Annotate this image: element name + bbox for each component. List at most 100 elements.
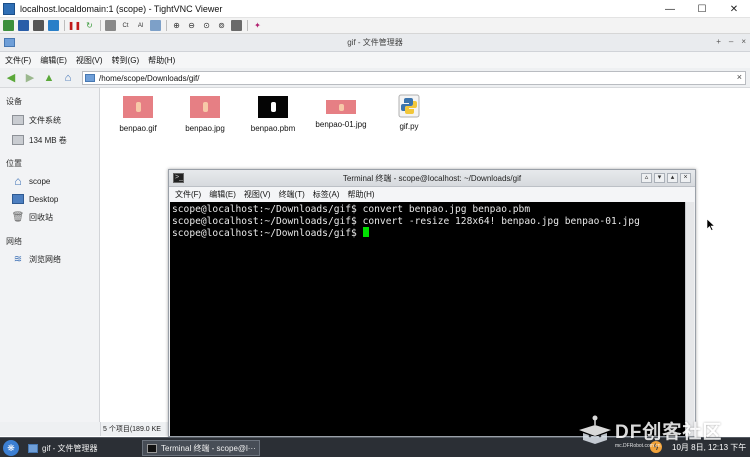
watermark-url: mc.DFRobot.com.cn	[615, 443, 661, 449]
file-manager-title: gif - 文件管理器	[347, 38, 403, 47]
home-icon[interactable]: ⌂	[61, 71, 75, 85]
menu-file[interactable]: 文件(F)	[5, 55, 31, 66]
menu-view[interactable]: 视图(V)	[244, 189, 271, 200]
runner-figure	[270, 102, 276, 112]
sidebar-item-scope[interactable]: ⌂ scope	[12, 174, 50, 188]
file-item-benpao-jpg[interactable]: benpao.jpg	[172, 96, 238, 133]
places-header: 位置	[6, 159, 22, 168]
menu-edit[interactable]: 编辑(E)	[40, 55, 67, 66]
start-menu-button[interactable]: ❋	[3, 440, 19, 456]
devices-header: 设备	[6, 97, 22, 106]
screen-icon[interactable]	[150, 20, 161, 31]
info-icon[interactable]	[48, 20, 59, 31]
maximize-button[interactable]: ▴	[667, 173, 678, 183]
roll-up-button[interactable]: ▵	[641, 173, 652, 183]
vnc-toolbar: ❚❚ ↻ Ct Al ⊕ ⊖ ⊙ ⊚ ✦	[0, 18, 750, 34]
sidebar-item-trash[interactable]: 🗑 回收站	[12, 210, 53, 224]
pause-icon[interactable]: ❚❚	[68, 20, 81, 31]
terminal-title: Terminal 终端 - scope@localhost: ~/Downloa…	[342, 173, 522, 183]
maximize-button[interactable]: ☐	[686, 0, 718, 18]
image-thumbnail	[123, 96, 153, 118]
minimize-button[interactable]: ▾	[654, 173, 665, 183]
location-bar[interactable]: /home/scope/Downloads/gif/ ×	[82, 71, 746, 85]
vnc-window-title: localhost.localdomain:1 (scope) - TightV…	[20, 3, 223, 14]
sidebar-item-volume[interactable]: 134 MB 卷	[12, 133, 67, 147]
sidebar-item-browse-network[interactable]: ≋ 浏览网络	[12, 252, 61, 266]
file-name: benpao.pbm	[250, 124, 296, 133]
file-manager-menu-bar: 文件(F) 编辑(E) 视图(V) 转到(G) 帮助(H)	[0, 52, 750, 68]
zoom-in-icon[interactable]: ⊕	[171, 20, 182, 31]
terminal-scrollbar[interactable]	[685, 202, 694, 436]
toolbar-divider	[100, 20, 101, 31]
navigation-bar: ◀ ▶ ▲ ⌂ /home/scope/Downloads/gif/ ×	[0, 68, 750, 88]
vnc-settings-icon[interactable]: ✦	[252, 20, 263, 31]
menu-view[interactable]: 视图(V)	[76, 55, 103, 66]
sidebar-item-desktop[interactable]: Desktop	[12, 192, 58, 206]
up-arrow-icon[interactable]: ▲	[42, 71, 56, 85]
file-manager-controls: + – ×	[716, 37, 746, 46]
python-file-icon	[398, 94, 420, 118]
zoom-100-icon[interactable]: ⊙	[201, 20, 212, 31]
minimize-button[interactable]: –	[729, 37, 733, 46]
sidebar-item-label: Desktop	[29, 194, 59, 204]
back-arrow-icon[interactable]: ◀	[4, 71, 18, 85]
ctrl-key-icon[interactable]: Ct	[120, 20, 131, 31]
ctrl-alt-del-icon[interactable]	[105, 20, 116, 31]
toolbar-divider	[166, 20, 167, 31]
close-button[interactable]: ✕	[718, 0, 750, 18]
taskbar-item-terminal[interactable]: Terminal 终端 - scope@l···	[142, 440, 260, 456]
terminal-menu-bar: 文件(F) 编辑(E) 视图(V) 终端(T) 标签(A) 帮助(H)	[169, 187, 695, 202]
minimize-button[interactable]: —	[654, 0, 686, 18]
file-name: benpao.jpg	[185, 124, 225, 133]
clear-location-icon[interactable]: ×	[737, 72, 742, 82]
menu-help[interactable]: 帮助(H)	[148, 55, 175, 66]
sidebar-item-label: 文件系统	[29, 115, 61, 125]
save-session-icon[interactable]	[18, 20, 29, 31]
alt-key-icon[interactable]: Al	[135, 20, 146, 31]
app-menu-icon: ❋	[7, 442, 15, 453]
sidebar-item-label: 浏览网络	[29, 254, 61, 264]
drive-icon	[12, 115, 24, 125]
options-icon[interactable]	[33, 20, 44, 31]
terminal-line: scope@localhost:~/Downloads/gif$ convert…	[172, 215, 640, 227]
vnc-title-bar: localhost.localdomain:1 (scope) - TightV…	[0, 0, 750, 18]
side-pane: 设备 文件系统 134 MB 卷 位置 ⌂ scope Desktop 🗑 回收…	[0, 88, 100, 422]
menu-file[interactable]: 文件(F)	[175, 189, 201, 200]
terminal-title-bar[interactable]: >_ Terminal 终端 - scope@localhost: ~/Down…	[169, 170, 695, 187]
forward-arrow-icon[interactable]: ▶	[23, 71, 37, 85]
folder-icon	[4, 38, 15, 47]
location-path: /home/scope/Downloads/gif/	[99, 73, 200, 83]
close-button[interactable]: ×	[741, 37, 746, 46]
menu-go[interactable]: 转到(G)	[112, 55, 140, 66]
runner-figure	[135, 102, 141, 112]
wifi-icon: ≋	[13, 253, 23, 265]
file-item-gif-py[interactable]: gif.py	[376, 94, 442, 131]
close-button[interactable]: ×	[680, 173, 691, 183]
terminal-output[interactable]: scope@localhost:~/Downloads/gif$ convert…	[170, 202, 686, 436]
menu-help[interactable]: 帮助(H)	[347, 189, 374, 200]
home-icon: ⌂	[14, 174, 22, 188]
sidebar-item-label: 回收站	[29, 212, 53, 222]
taskbar-item-file-manager[interactable]: gif - 文件管理器	[24, 440, 136, 456]
toolbar-divider	[64, 20, 65, 31]
new-connection-icon[interactable]	[3, 20, 14, 31]
maximize-button[interactable]: +	[716, 37, 721, 46]
file-manager-title-bar: gif - 文件管理器 + – ×	[0, 34, 750, 52]
menu-tabs[interactable]: 标签(A)	[313, 189, 340, 200]
zoom-out-icon[interactable]: ⊖	[186, 20, 197, 31]
desktop-icon	[12, 194, 24, 204]
watermark-text: DF创客社区	[615, 421, 723, 443]
file-name: gif.py	[399, 122, 419, 131]
image-thumbnail	[258, 96, 288, 118]
sidebar-item-label: scope	[29, 176, 51, 186]
menu-terminal[interactable]: 终端(T)	[279, 189, 305, 200]
file-item-benpao-01-jpg[interactable]: benpao-01.jpg	[308, 96, 374, 129]
sidebar-item-filesystem[interactable]: 文件系统	[12, 113, 61, 127]
zoom-fit-icon[interactable]: ⊚	[216, 20, 227, 31]
menu-edit[interactable]: 编辑(E)	[209, 189, 236, 200]
taskbar-item-label: Terminal 终端 - scope@l···	[161, 443, 256, 453]
file-item-benpao-gif[interactable]: benpao.gif	[105, 96, 171, 133]
fullscreen-icon[interactable]	[231, 20, 242, 31]
refresh-icon[interactable]: ↻	[84, 20, 95, 31]
file-item-benpao-pbm[interactable]: benpao.pbm	[240, 96, 306, 133]
